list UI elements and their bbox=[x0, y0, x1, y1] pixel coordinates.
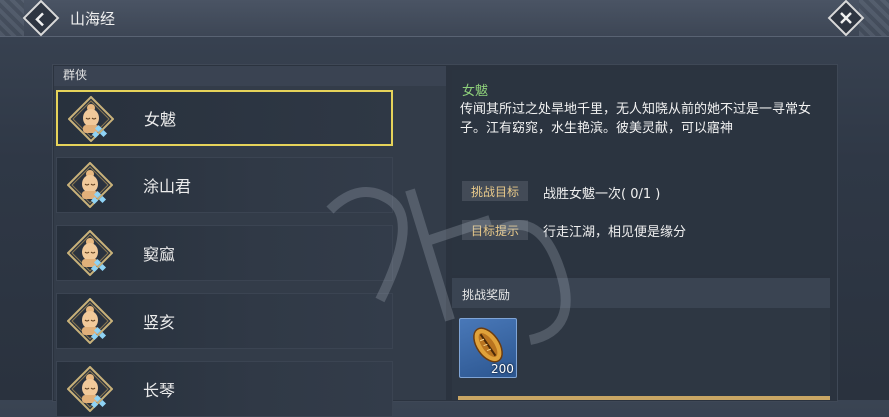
challenge-label: 挑战目标 bbox=[462, 181, 528, 201]
hero-name: 女魃 bbox=[144, 110, 177, 129]
chevron-left-icon bbox=[35, 12, 44, 27]
hero-name: 竖亥 bbox=[143, 313, 176, 332]
hero-list-item[interactable]: 窫窳 bbox=[56, 225, 393, 281]
hero-avatar-icon bbox=[68, 96, 114, 142]
corner-ornament-left bbox=[0, 0, 24, 36]
hero-name: 窫窳 bbox=[143, 245, 176, 264]
hero-avatar-icon bbox=[67, 162, 113, 208]
challenge-text: 战胜女魃一次( 0/1 ) bbox=[543, 187, 661, 202]
hero-name: 长琴 bbox=[143, 381, 176, 400]
list-header: 群侠 bbox=[54, 66, 446, 86]
hint-label: 目标提示 bbox=[462, 220, 528, 240]
back-button[interactable] bbox=[22, 0, 60, 37]
reward-header: 挑战奖励 bbox=[452, 278, 830, 308]
top-bar: 山海经 bbox=[0, 0, 889, 37]
bottom-bar bbox=[458, 396, 830, 400]
close-icon bbox=[840, 12, 852, 24]
hero-avatar-icon bbox=[67, 230, 113, 276]
hero-name: 涂山君 bbox=[143, 177, 192, 196]
hero-avatar-icon bbox=[67, 298, 113, 344]
detail-description: 传闻其所过之处旱地千里，无人知晓从前的她不过是一寻常女子。江有窈窕，水生艳滨。彼… bbox=[460, 102, 812, 136]
hero-list-item[interactable]: 长琴 bbox=[56, 361, 393, 417]
hint-text: 行走江湖，相见便是缘分 bbox=[543, 225, 687, 240]
hero-avatar-icon bbox=[67, 366, 113, 412]
reward-count: 200 bbox=[491, 362, 514, 376]
detail-hero-name: 女魃 bbox=[462, 84, 489, 99]
page-title: 山海经 bbox=[70, 10, 116, 28]
hero-list-item[interactable]: 女魃 bbox=[56, 90, 393, 146]
hero-list-item[interactable]: 竖亥 bbox=[56, 293, 393, 349]
hero-list-item[interactable]: 涂山君 bbox=[56, 157, 393, 213]
